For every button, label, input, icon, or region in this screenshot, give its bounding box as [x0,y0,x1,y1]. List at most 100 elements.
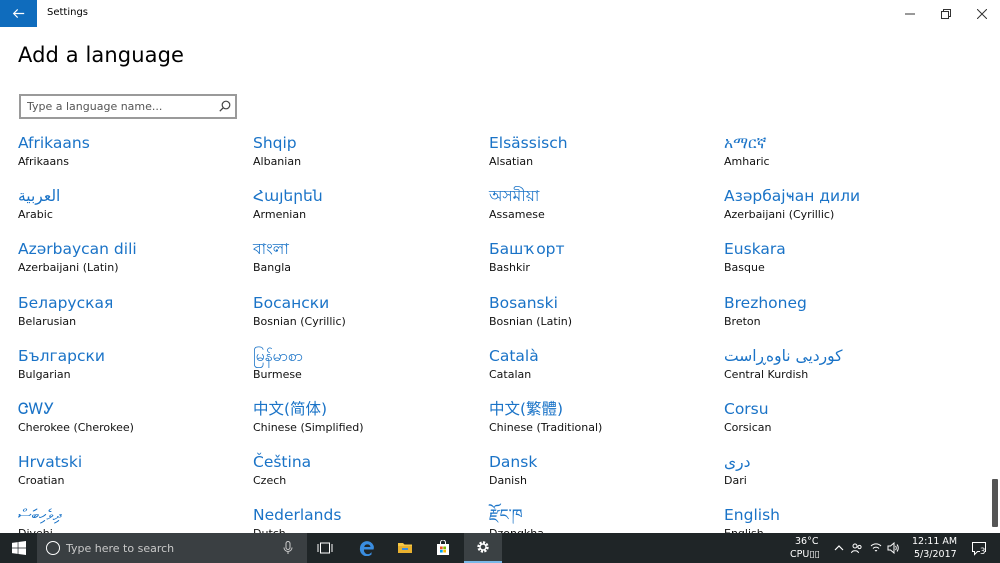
language-search-box[interactable] [19,94,237,119]
minimize-icon [905,13,915,14]
task-view-button[interactable] [308,533,342,563]
cortana-icon [46,541,60,555]
language-item[interactable]: کوردیی ناوەڕاست Central Kurdish [724,346,954,394]
language-item[interactable]: မြန်မာစာ Burmese [253,346,483,394]
cpu-readout: CPU▯▯ [790,549,820,560]
language-native-name: Corsu [724,400,769,418]
language-item[interactable]: 中文(繁體) Chinese (Traditional) [489,399,719,447]
language-english-name: Albanian [253,155,302,168]
language-native-name: አማርኛ [724,134,767,152]
action-center-button[interactable]: 3 [962,533,996,563]
language-item[interactable]: Bosanski Bosnian (Latin) [489,293,719,341]
language-item[interactable]: Азәрбајҹан дили Azerbaijani (Cyrillic) [724,186,954,234]
language-native-name: Hrvatski [18,453,83,472]
restore-icon [941,8,951,19]
language-item[interactable]: Azərbaycan dili Azerbaijani (Latin) [18,239,248,287]
title-bar: Settings [0,0,1000,27]
language-item[interactable]: Босански Bosnian (Cyrillic) [253,293,483,341]
language-native-name: Azərbaycan dili [18,240,137,259]
settings-window: Settings Add a language AfrikaansAfrikaa… [0,0,1000,563]
language-item[interactable]: 中文(简体) Chinese (Simplified) [253,399,483,447]
language-item[interactable]: Հայերեն Armenian [253,186,483,234]
volume-icon[interactable] [887,542,899,554]
language-item[interactable]: Čeština Czech [253,452,483,500]
language-item[interactable]: ᏣᎳᎩ Cherokee (Cherokee) [18,399,248,447]
clock-date[interactable]: 5/3/2017 [914,549,957,560]
language-native-name: Dansk [489,453,538,472]
language-native-name: Беларуская [18,293,114,312]
wifi-icon[interactable] [870,542,882,554]
language-item[interactable]: Dansk Danish [489,452,719,500]
language-english-name: Afrikaans [18,155,69,168]
language-native-name: Босански [253,293,330,312]
language-english-name: Dari [724,474,747,488]
language-search-input[interactable] [27,98,215,115]
close-icon [977,8,987,19]
language-native-name: မြန်မာစာ [253,346,303,365]
restore-button[interactable] [928,0,964,27]
language-item[interactable]: Brezhoneg Breton [724,293,954,341]
language-item[interactable]: অসমীয়া Assamese [489,186,719,234]
people-icon[interactable] [851,542,863,554]
clock-time[interactable]: 12:11 AM [912,536,957,547]
language-native-name: Elsässisch [489,134,568,152]
language-item[interactable]: العربية Arabic [18,186,248,234]
language-item[interactable]: Elsässisch Alsatian [489,133,719,181]
microphone-icon[interactable] [283,541,293,555]
language-native-name: বাংলা [253,240,289,259]
language-item[interactable]: Català Catalan [489,346,719,394]
file-explorer-icon [398,543,412,553]
language-english-name: Arabic [18,208,53,222]
task-view-icon [317,542,333,554]
search-icon[interactable] [219,100,231,112]
start-button[interactable] [0,533,37,563]
language-item[interactable]: NederlandsDutch [253,505,483,533]
back-button[interactable] [0,0,37,27]
language-english-name: Basque [724,261,765,275]
chevron-up-icon[interactable] [833,542,845,554]
language-item[interactable]: Български Bulgarian [18,346,248,394]
language-item[interactable]: Hrvatski Croatian [18,452,248,500]
language-native-name: Afrikaans [18,134,90,152]
edge-button[interactable] [350,533,384,563]
language-item[interactable]: Shqip Albanian [253,133,483,181]
language-native-name: Čeština [253,453,312,472]
language-item[interactable]: አማርኛ Amharic [724,133,954,181]
language-list: Afrikaans Afrikaans Shqip Albanian Elsässisc… [18,133,978,533]
language-english-name: Belarusian [18,314,77,328]
language-native-name: Български [18,346,105,365]
language-item[interactable]: EnglishEnglish [724,505,954,533]
language-item[interactable]: Euskara Basque [724,239,954,287]
language-item[interactable]: Беларуская Belarusian [18,293,248,341]
language-item[interactable]: Башҡорт Bashkir [489,239,719,287]
language-item[interactable]: درى Dari [724,452,954,500]
language-native-name: অসমীয়া [489,187,540,206]
language-native-name: རྫོང་ཁ [489,506,523,525]
minimize-button[interactable] [892,0,928,27]
language-english-name: Danish [489,474,527,488]
language-english-name: Chinese (Simplified) [253,421,364,434]
language-english-name: Azerbaijani (Latin) [18,261,119,275]
language-item[interactable]: Corsu Corsican [724,399,954,447]
language-item[interactable]: ދިވެހިބަސްDivehi [18,505,248,533]
language-english-name: Bosnian (Cyrillic) [253,314,346,328]
language-item[interactable]: Afrikaans Afrikaans [18,133,248,181]
language-english-name: Catalan [489,367,532,381]
language-native-name: ދިވެހިބަސް [18,506,62,525]
close-button[interactable] [964,0,1000,27]
store-button[interactable] [426,533,460,563]
taskbar-search-box[interactable]: Type here to search [37,533,307,563]
scrollbar-thumb[interactable] [992,479,998,527]
language-english-name: Bosnian (Latin) [489,314,573,328]
language-item[interactable]: རྫོང་ཁDzongkha [489,505,719,533]
settings-taskbar-button[interactable] [464,533,502,563]
language-english-name: Chinese (Traditional) [489,421,603,434]
language-native-name: Азәрбајҹан дили [724,187,861,206]
language-english-name: Bulgarian [18,367,71,381]
language-native-name: Bosanski [489,293,558,312]
language-item[interactable]: বাংলা Bangla [253,239,483,287]
language-english-name: Bangla [253,261,292,275]
language-english-name: Cherokee (Cherokee) [18,421,134,434]
notification-count-badge: 3 [980,547,986,557]
file-explorer-button[interactable] [388,533,422,563]
